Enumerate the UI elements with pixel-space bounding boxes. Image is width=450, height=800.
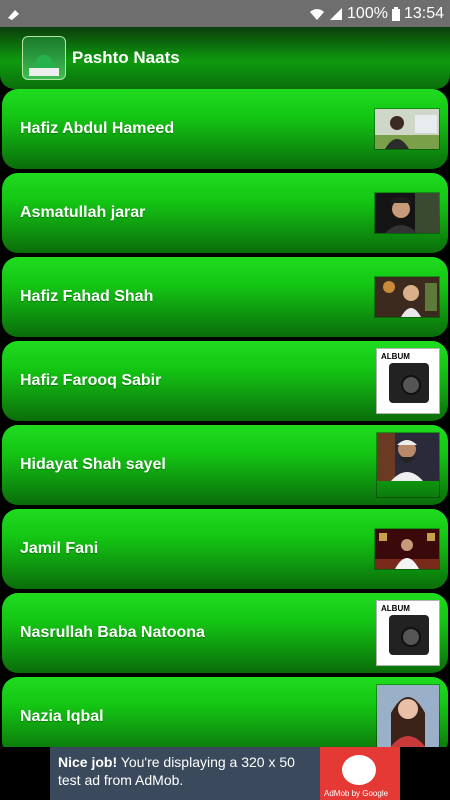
clock: 13:54 — [403, 4, 444, 22]
reciter-thumbnail — [374, 192, 440, 234]
battery-icon — [391, 6, 400, 21]
list-item-label: Hafiz Fahad Shah — [20, 288, 154, 305]
list-item[interactable]: Jamil Fani — [2, 509, 448, 589]
app-title: Pashto Naats — [72, 48, 180, 67]
wifi-icon — [310, 8, 325, 20]
status-bar: 100% 13:54 — [0, 0, 450, 27]
reciter-thumbnail — [374, 276, 440, 318]
reciter-thumbnail — [374, 108, 440, 150]
disc-icon — [389, 363, 429, 403]
list-item[interactable]: Nazia Iqbal — [2, 677, 448, 757]
notification-icon — [8, 9, 19, 20]
album-thumbnail: ALBUM — [376, 600, 440, 666]
signal-icon — [330, 7, 343, 20]
reciter-thumbnail — [376, 432, 440, 498]
app-bar: Pashto Naats — [0, 27, 450, 89]
list-item[interactable]: Hafiz Farooq Sabir ALBUM — [2, 341, 448, 421]
list-item[interactable]: Hafiz Abdul Hameed — [2, 89, 448, 169]
reciter-thumbnail — [374, 528, 440, 570]
disc-icon — [389, 615, 429, 655]
app-logo-icon[interactable] — [22, 36, 66, 80]
ad-text: Nice job! You're displaying a 320 x 50 t… — [58, 753, 308, 789]
list-item-label: Hafiz Abdul Hameed — [20, 120, 175, 137]
list-item[interactable]: Asmatullah jarar — [2, 173, 448, 253]
album-thumbnail: ALBUM — [376, 348, 440, 414]
list-item-label: Hidayat Shah sayel — [20, 456, 166, 473]
ad-banner[interactable]: Nice job! You're displaying a 320 x 50 t… — [50, 747, 400, 800]
list-item[interactable]: Nasrullah Baba Natoona ALBUM — [2, 593, 448, 673]
ad-headline: Nice job! — [58, 754, 118, 770]
list-item-label: Asmatullah jarar — [20, 204, 146, 221]
list-item-label: Nazia Iqbal — [20, 708, 104, 725]
list-item-label: Hafiz Farooq Sabir — [20, 372, 162, 389]
ad-banner-container: Nice job! You're displaying a 320 x 50 t… — [0, 747, 450, 800]
ad-brand: AdMob by Google — [324, 789, 389, 798]
reciter-thumbnail — [376, 684, 440, 750]
admob-logo-icon: AdMob by Google — [320, 747, 400, 800]
list-item[interactable]: Hidayat Shah sayel — [2, 425, 448, 505]
album-label: ALBUM — [381, 604, 410, 613]
list-item[interactable]: Hafiz Fahad Shah — [2, 257, 448, 337]
album-label: ALBUM — [381, 352, 410, 361]
battery-level: 100% — [347, 4, 388, 22]
list-item-label: Jamil Fani — [20, 540, 99, 557]
list-item-label: Nasrullah Baba Natoona — [20, 624, 205, 641]
